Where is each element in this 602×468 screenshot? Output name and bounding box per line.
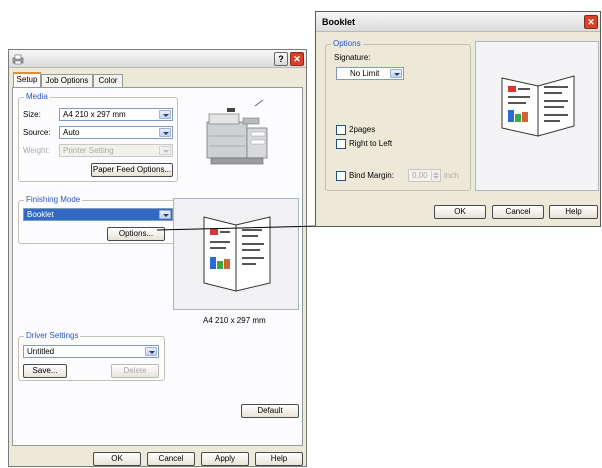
close-icon[interactable]: ✕ — [584, 15, 598, 29]
spin-arrows-icon — [431, 171, 439, 180]
booklet-cancel-button[interactable]: Cancel — [492, 205, 544, 219]
two-pages-checkbox[interactable] — [336, 125, 346, 135]
booklet-ok-button[interactable]: OK — [434, 205, 486, 219]
bind-margin-unit: inch — [444, 171, 459, 180]
two-pages-label: 2pages — [349, 125, 376, 134]
bind-margin-checkbox[interactable] — [336, 171, 346, 181]
signature-value: No Limit — [350, 69, 380, 78]
right-to-left-label: Right to Left — [349, 139, 393, 148]
booklet-dialog: Booklet ✕ Options Signature: No Limit 2p… — [315, 11, 601, 227]
booklet-options-group: Options Signature: No Limit 2pages Right… — [325, 39, 471, 191]
bind-margin-spinner: 0.00 — [408, 169, 441, 182]
dropdown-arrow-icon — [390, 69, 402, 78]
signature-label: Signature: — [334, 53, 371, 62]
booklet-title-bar[interactable]: Booklet ✕ — [316, 12, 600, 32]
booklet-options-title: Options — [331, 39, 363, 49]
bind-margin-label: Bind Margin: — [349, 171, 394, 180]
booklet-preview-icon — [500, 72, 576, 144]
booklet-title: Booklet — [322, 17, 356, 27]
bind-margin-value: 0.00 — [412, 171, 428, 180]
booklet-help-button[interactable]: Help — [549, 205, 598, 219]
booklet-preview-panel — [475, 41, 599, 191]
signature-dropdown[interactable]: No Limit — [336, 67, 404, 80]
right-to-left-checkbox[interactable] — [336, 139, 346, 149]
